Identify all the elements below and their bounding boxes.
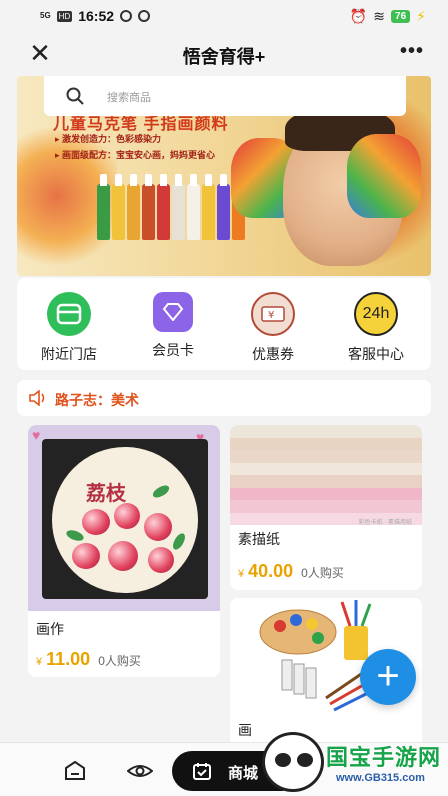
calendar-check-icon [193, 763, 211, 780]
wifi-icon: ≋ [373, 8, 386, 24]
currency-symbol: ¥ [36, 656, 43, 668]
search-icon [66, 87, 84, 105]
leaf [65, 528, 85, 543]
more-icon[interactable]: ••• [400, 40, 424, 63]
nav-vip-card[interactable]: 会员卡 [128, 292, 218, 360]
painted-hand [347, 134, 421, 218]
paper-sheet [230, 425, 422, 438]
paper-sheet [230, 487, 422, 500]
heart-decoration: ♥ [32, 427, 41, 443]
image-caption: 彩色卡纸 · 素描用纸 [358, 520, 412, 526]
product-title: 画作 [36, 621, 64, 637]
lychee-fruit [82, 509, 110, 535]
paint-bottles [97, 174, 245, 240]
product-title: 素描纸 [238, 531, 280, 547]
paint-bottle [172, 174, 185, 240]
paint-bottle [127, 174, 140, 240]
title-bar: ✕ 悟舍育得+ ••• [0, 32, 448, 76]
product-price: ¥ 40.00 0人购买 [238, 561, 344, 582]
notice-bar[interactable]: 路子志：美术 [17, 380, 431, 416]
nav-customer-service[interactable]: 24h 客服中心 [331, 292, 421, 364]
search-placeholder: 搜索商品 [107, 92, 151, 104]
watermark-text: 国宝手游网 [326, 745, 442, 770]
speaker-icon [29, 390, 45, 406]
leaf [150, 483, 172, 500]
sold-count: 0人购买 [301, 566, 344, 580]
paint-bottle [202, 174, 215, 240]
24h-badge: 24h [362, 305, 390, 322]
lychee-fruit [144, 513, 172, 541]
svg-text:¥: ¥ [268, 310, 274, 321]
nav-nearby-stores[interactable]: 附近门店 [24, 292, 114, 364]
status-time: 16:52 [78, 8, 115, 24]
paint-bottle [187, 174, 200, 240]
painting-frame: 荔枝 [42, 439, 208, 599]
banner-feature: ▸ 画面级配方：宝宝安心画，妈妈更省心 [55, 150, 216, 160]
paper-sheet [230, 500, 422, 513]
charging-icon: ⚡ [416, 8, 426, 24]
paper-sheet [230, 475, 422, 488]
paint-bottle [217, 174, 230, 240]
watermark-url: www.GB315.com [336, 772, 425, 784]
alarm-icon: ⏰ [349, 8, 368, 24]
quick-nav: 附近门店 会员卡 ¥ 优惠券 24h 客服中心 [17, 278, 431, 370]
paint-bottle [142, 174, 155, 240]
nav-coupons[interactable]: ¥ 优惠券 [228, 292, 318, 364]
price-value: 11.00 [46, 649, 91, 669]
paint-bottle [97, 174, 110, 240]
painting-plate: 荔枝 [52, 447, 198, 593]
currency-symbol: ¥ [238, 568, 245, 580]
page-title: 悟舍育得+ [182, 47, 266, 67]
app-notification-icon [138, 10, 151, 22]
tab-shop-label: 商城 [228, 765, 259, 782]
customer-service-24h-icon: 24h [354, 292, 398, 336]
status-bar: 5G HD 16:52 ⏰ ≋ 76 ⚡ [0, 0, 448, 32]
vip-card-icon [153, 292, 193, 332]
paper-sheet [230, 437, 422, 450]
price-value: 40.00 [248, 561, 294, 581]
product-title: 画 [238, 722, 252, 738]
lychee-fruit [148, 547, 174, 573]
battery-level: 76 [391, 10, 411, 23]
store-icon [47, 292, 91, 336]
panda-logo [262, 732, 324, 792]
product-image [230, 425, 422, 525]
nav-label: 附近门店 [41, 346, 97, 362]
panda-eye [297, 753, 313, 767]
painting-text: 荔枝 [86, 483, 126, 505]
paint-bottle [112, 174, 125, 240]
leaf [170, 531, 188, 552]
product-price: ¥ 11.00 0人购买 [36, 649, 141, 670]
lychee-fruit [114, 503, 140, 529]
coupon-icon: ¥ [251, 292, 295, 336]
panda-eye [275, 753, 291, 767]
eye-icon[interactable] [127, 759, 153, 783]
lychee-fruit [108, 541, 138, 571]
paper-sheet [230, 462, 422, 475]
notification-icon [120, 10, 133, 22]
paper-sheet [230, 450, 422, 463]
add-button[interactable]: + [360, 649, 416, 705]
product-card[interactable]: 彩色卡纸 · 素描用纸 素描纸 ¥ 40.00 0人购买 [230, 425, 422, 590]
banner-feature: ▸ 激发创造力：色彩感染力 [55, 134, 162, 144]
signal-indicator: 5G [40, 11, 51, 20]
notice-text: 路子志：美术 [55, 392, 139, 408]
search-bar[interactable]: 搜索商品 [44, 76, 406, 116]
nav-label: 优惠券 [252, 346, 294, 362]
sold-count: 0人购买 [98, 654, 141, 668]
home-icon[interactable] [63, 759, 87, 783]
hd-badge: HD [56, 10, 73, 22]
nav-label: 会员卡 [152, 342, 194, 358]
paint-bottle [157, 174, 170, 240]
watermark: 国宝手游网 www.GB315.com [262, 728, 448, 796]
product-card[interactable]: ♥ ♥ ♥ 荔枝 画作 ¥ 11.00 0人购买 [28, 425, 220, 677]
lychee-fruit [72, 543, 100, 569]
nav-label: 客服中心 [348, 346, 404, 362]
product-image: ♥ ♥ ♥ 荔枝 [28, 425, 220, 611]
